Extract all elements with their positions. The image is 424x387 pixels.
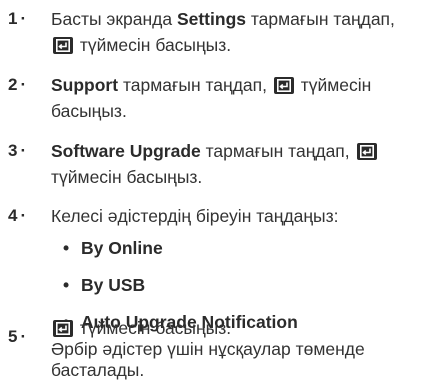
- list-item-by-usb: • By USB: [63, 275, 146, 295]
- support-menu-label: Support: [51, 75, 119, 95]
- step-number: 4 ·: [8, 206, 27, 225]
- step-number: 1 ·: [8, 9, 27, 28]
- software-upgrade-menu-label: Software Upgrade: [51, 141, 201, 161]
- step-number: 5 ·: [8, 327, 27, 346]
- enter-button-icon: [53, 320, 73, 337]
- step-text: түймесін басыңыз. Әрбір әдістер үшін нұс…: [51, 318, 365, 380]
- step-text: Келесі әдістердің біреуін таңдаңыз:: [51, 206, 339, 226]
- step-number: 3 ·: [8, 141, 27, 160]
- step-text: Басты экранда Settings тармағын таңдап, …: [51, 9, 395, 55]
- list-item-by-online: • By Online: [63, 238, 163, 258]
- step-text: Support тармағын таңдап, түймесін басыңы…: [51, 75, 372, 121]
- step-text: Software Upgrade тармағын таңдап, түймес…: [51, 138, 418, 190]
- step-number: 2 ·: [8, 75, 27, 94]
- enter-button-icon: [356, 143, 377, 160]
- settings-menu-label: Settings: [176, 9, 246, 29]
- enter-button-icon: [53, 37, 73, 54]
- instruction-page: 1 · Басты экранда Settings тармағын таңда…: [0, 0, 424, 387]
- enter-button-icon: [273, 77, 294, 94]
